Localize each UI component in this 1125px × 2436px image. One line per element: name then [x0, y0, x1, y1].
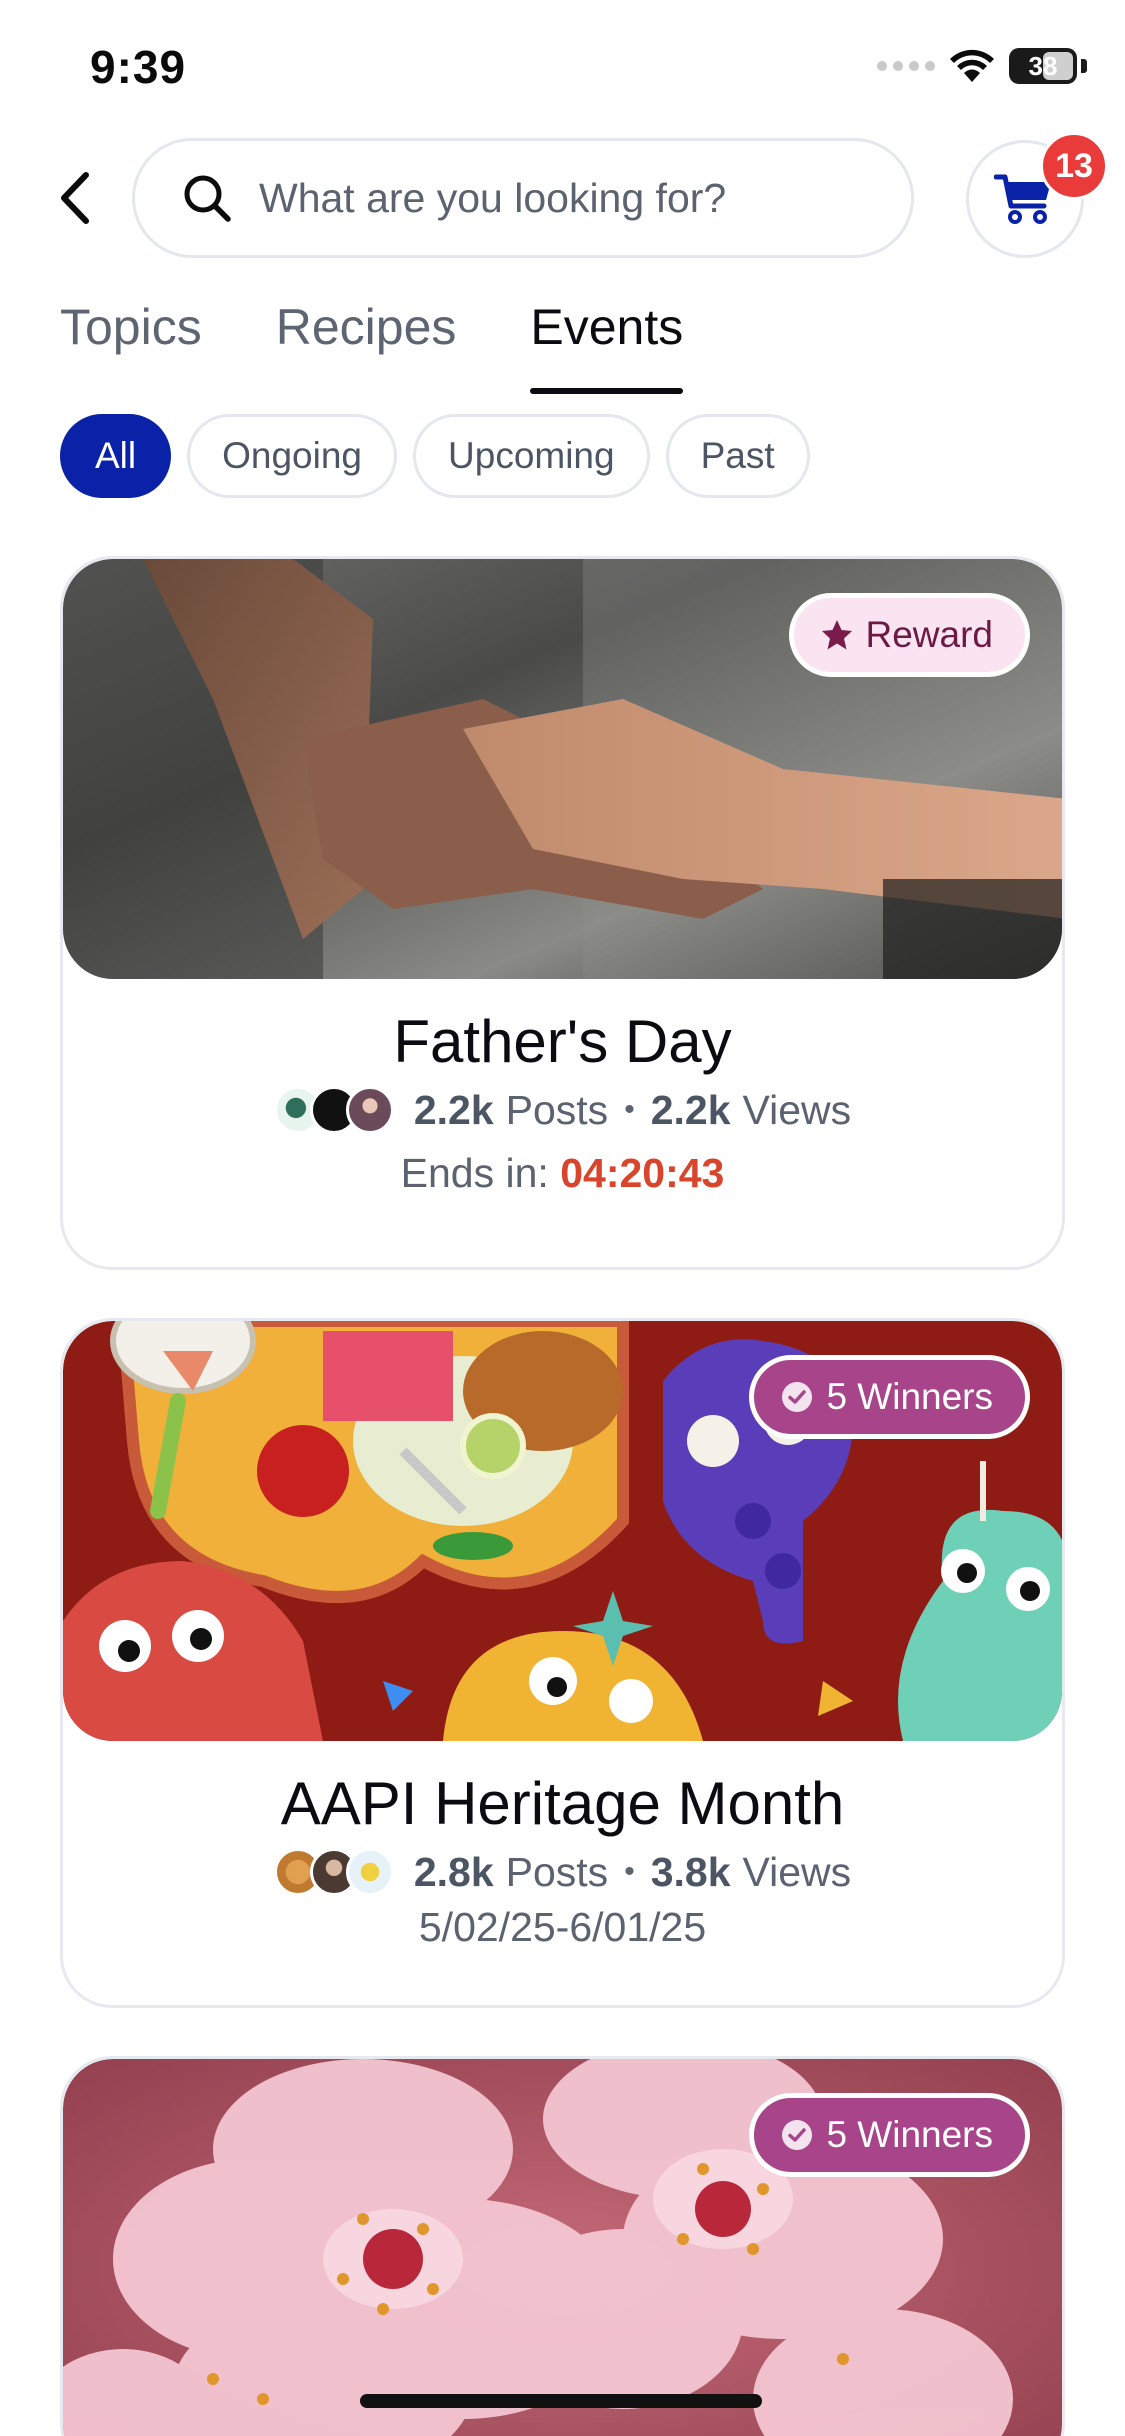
winners-badge-label: 5 Winners	[826, 2114, 993, 2155]
winners-badge: 5 Winners	[749, 1355, 1030, 1439]
search-icon	[179, 170, 235, 226]
check-badge-icon	[782, 2120, 813, 2150]
cellular-signal-icon	[877, 61, 935, 71]
filter-ongoing[interactable]: Ongoing	[187, 414, 398, 498]
filter-all[interactable]: All	[60, 414, 172, 498]
avatar	[345, 1086, 394, 1134]
event-stats: 2.8k Posts • 3.8k Views	[63, 1848, 1062, 1896]
back-button[interactable]	[50, 168, 100, 228]
event-stats: 2.2k Posts • 2.2k Views	[63, 1086, 1062, 1134]
tab-bar: Topics Recipes Events	[60, 298, 757, 398]
tab-topics[interactable]: Topics	[60, 298, 202, 394]
countdown-timer: 04:20:43	[560, 1150, 725, 1196]
separator-dot: •	[624, 1855, 635, 1888]
event-title: AAPI Heritage Month	[280, 1770, 845, 1837]
battery-level: 38	[1028, 50, 1058, 81]
status-time: 9:39	[90, 41, 187, 93]
check-badge-icon	[782, 1382, 813, 1412]
views-label: Views	[742, 1086, 852, 1133]
event-image-aapi-illustration: 5 Winners	[63, 1321, 1062, 1741]
filter-chips: All Ongoing Upcoming Past	[60, 414, 810, 498]
status-bar: 9:39 38	[0, 0, 1125, 130]
reward-badge: Reward	[788, 593, 1030, 677]
cart-count-badge: 13	[1040, 132, 1108, 200]
posts-label: Posts	[505, 1848, 609, 1895]
ends-in-label: Ends in:	[400, 1150, 549, 1196]
star-icon	[821, 620, 852, 650]
reward-badge-label: Reward	[865, 614, 994, 655]
winners-badge: 5 Winners	[749, 2093, 1030, 2177]
participant-avatars	[273, 1086, 394, 1134]
event-card-cherry-blossom[interactable]: 5 Winners	[60, 2056, 1065, 2436]
tab-events[interactable]: Events	[530, 298, 683, 394]
event-countdown-row: Ends in: 04:20:43	[63, 1150, 1062, 1197]
home-indicator[interactable]	[360, 2394, 762, 2408]
status-indicators: 38	[877, 48, 1087, 84]
event-card-aapi-heritage-month[interactable]: 5 Winners AAPI Heritage Month 2.8k Posts…	[60, 1318, 1065, 2008]
winners-badge-label: 5 Winners	[826, 1376, 993, 1417]
wifi-icon	[950, 49, 994, 82]
posts-count: 2.8k	[413, 1848, 494, 1895]
views-count: 2.2k	[650, 1086, 731, 1133]
posts-count: 2.2k	[413, 1086, 494, 1133]
filter-past[interactable]: Past	[665, 414, 810, 498]
chevron-left-icon	[61, 172, 89, 224]
separator-dot: •	[624, 1093, 635, 1126]
event-title: Father's Day	[393, 1008, 732, 1075]
participant-avatars	[273, 1848, 394, 1896]
views-label: Views	[742, 1848, 852, 1895]
tab-recipes[interactable]: Recipes	[276, 298, 457, 394]
search-input[interactable]	[259, 174, 819, 222]
search-bar[interactable]	[132, 138, 914, 258]
header: 13	[0, 132, 1125, 262]
posts-label: Posts	[505, 1086, 609, 1133]
event-card-fathers-day[interactable]: Reward Father's Day 2.2k Posts • 2.2k Vi…	[60, 556, 1065, 1270]
battery-icon: 38	[1009, 48, 1077, 84]
views-count: 3.8k	[650, 1848, 731, 1895]
avatar	[345, 1848, 394, 1896]
filter-upcoming[interactable]: Upcoming	[413, 414, 650, 498]
event-image-hands: Reward	[63, 559, 1062, 979]
event-image-cherry-blossom: 5 Winners	[63, 2059, 1062, 2436]
event-date-range: 5/02/25-6/01/25	[418, 1904, 707, 1950]
